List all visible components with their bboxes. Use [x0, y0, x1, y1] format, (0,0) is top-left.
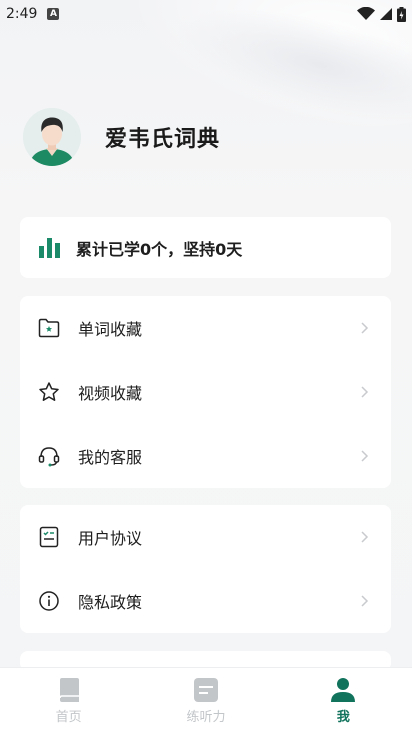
- profile-header[interactable]: 爱韦氏词典: [23, 108, 220, 166]
- nav-tab-listening[interactable]: 练听力: [137, 668, 274, 732]
- chevron-right-icon: [361, 595, 369, 607]
- star-icon: [38, 381, 60, 403]
- person-icon: [331, 678, 356, 702]
- checklist-icon: [38, 526, 60, 548]
- bar-chart-icon: [39, 237, 60, 258]
- menu-item-video-favorites[interactable]: 视频收藏: [20, 360, 391, 424]
- menu-item-customer-service[interactable]: 我的客服: [20, 424, 391, 488]
- info-icon: [38, 590, 60, 612]
- signal-icon: [380, 8, 392, 20]
- menu-item-label: 视频收藏: [78, 384, 143, 403]
- menu-group-favorites: 单词收藏 视频收藏 我的客服: [20, 296, 391, 488]
- menu-item-privacy-policy[interactable]: 隐私政策: [20, 569, 391, 633]
- nav-label: 首页: [55, 710, 82, 725]
- chevron-right-icon: [361, 386, 369, 398]
- battery-icon: [397, 6, 406, 22]
- avatar-person-icon: [23, 108, 81, 166]
- status-icons: [357, 6, 406, 22]
- menu-item-user-agreement[interactable]: 用户协议: [20, 505, 391, 569]
- learning-stats-card: 累计已学0个，坚持0天: [20, 217, 391, 278]
- menu-item-label: 单词收藏: [78, 320, 143, 339]
- learning-stats-text: 累计已学0个，坚持0天: [76, 239, 243, 259]
- chevron-right-icon: [361, 531, 369, 543]
- username: 爱韦氏词典: [105, 127, 221, 152]
- nav-label: 我: [336, 710, 350, 725]
- status-time: 2:49: [6, 6, 38, 22]
- folder-icon: [38, 317, 60, 339]
- menu-item-label: 我的客服: [78, 448, 143, 467]
- document-icon: [193, 678, 218, 702]
- bottom-navigation: 首页 练听力 我: [0, 667, 412, 732]
- menu-group-legal: 用户协议 隐私政策: [20, 505, 391, 633]
- notification-icon: A: [47, 8, 60, 20]
- book-icon: [58, 678, 79, 702]
- profile-screen: 2:49 A 爱韦氏词典 累计已学0个，坚持0天 单词收藏 视频收藏 我的客服 …: [0, 0, 412, 732]
- status-bar: 2:49 A: [0, 0, 412, 28]
- headset-icon: [38, 445, 60, 467]
- chevron-right-icon: [361, 450, 369, 462]
- menu-item-label: 隐私政策: [78, 593, 143, 612]
- menu-item-word-favorites[interactable]: 单词收藏: [20, 296, 391, 360]
- nav-tab-home[interactable]: 首页: [0, 668, 137, 732]
- avatar[interactable]: [23, 108, 81, 166]
- nav-label: 练听力: [186, 710, 226, 725]
- wifi-icon: [357, 7, 375, 20]
- chevron-right-icon: [361, 322, 369, 334]
- menu-item-label: 用户协议: [78, 529, 143, 548]
- nav-tab-me[interactable]: 我: [275, 668, 412, 732]
